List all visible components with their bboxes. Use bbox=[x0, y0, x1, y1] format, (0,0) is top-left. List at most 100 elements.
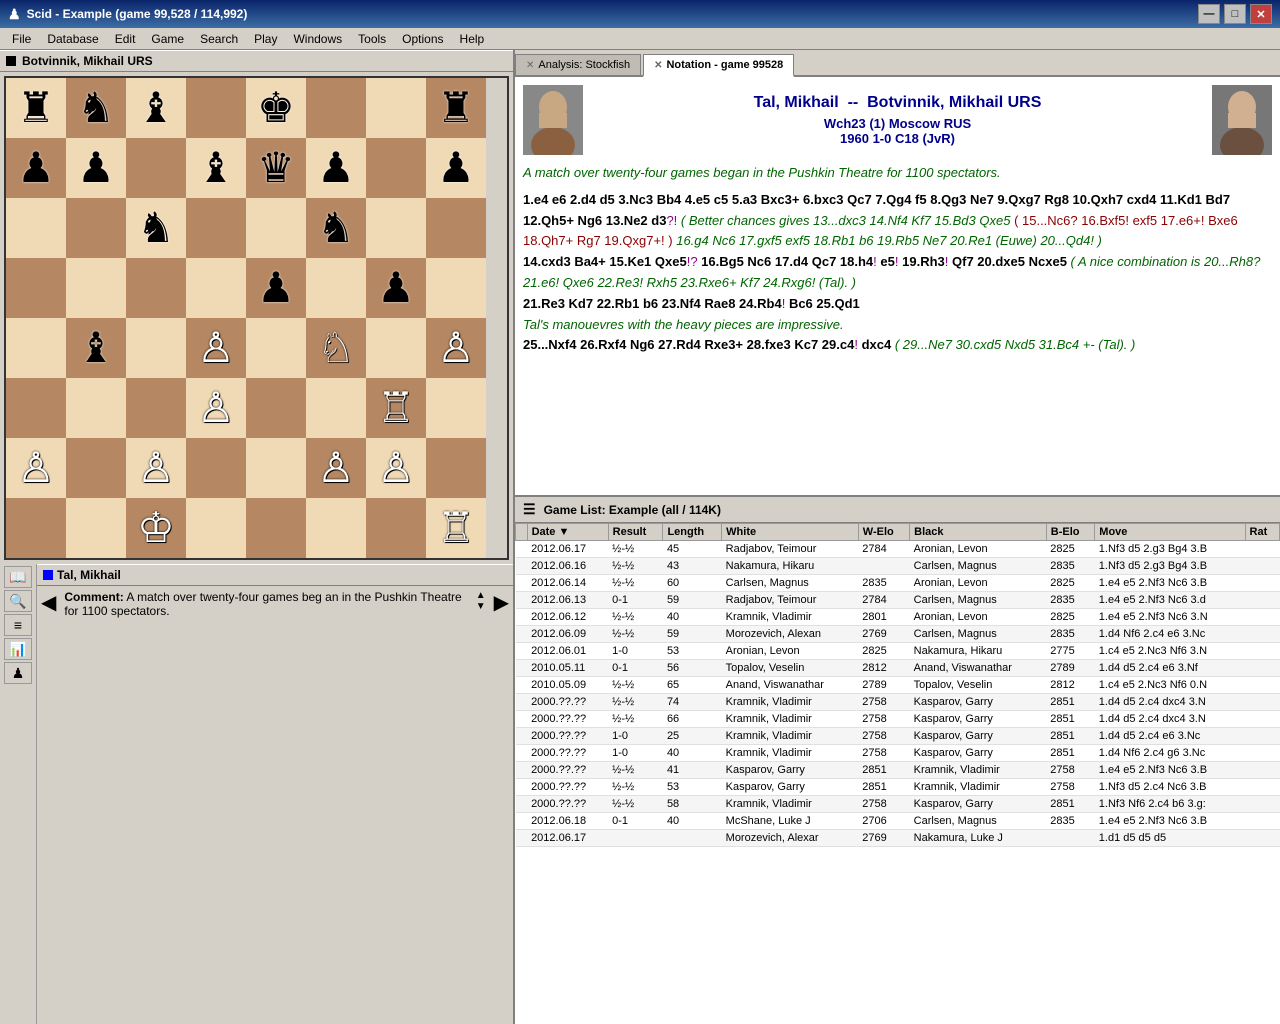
table-row[interactable]: 2012.06.17½-½45Radjabov, Teimour2784Aron… bbox=[516, 541, 1280, 558]
chess-cell-3-6[interactable]: ♟ bbox=[366, 258, 426, 318]
chess-cell-4-2[interactable] bbox=[126, 318, 186, 378]
table-row[interactable]: 2012.06.09½-½59Morozevich, Alexan2769Car… bbox=[516, 626, 1280, 643]
menu-item-options[interactable]: Options bbox=[394, 30, 451, 48]
move-text-3[interactable]: 16.Bg5 Nc6 17.d4 Qc7 18.h4 bbox=[701, 254, 873, 269]
moves-paragraph-4[interactable]: 25...Nxf4 26.Rxf4 Ng6 27.Rd4 Rxe3+ 28.fx… bbox=[523, 335, 1272, 356]
table-row[interactable]: 2000.??.??1-040Kramnik, Vladimir2758Kasp… bbox=[516, 745, 1280, 762]
chess-cell-1-5[interactable]: ♟ bbox=[306, 138, 366, 198]
table-row[interactable]: 2000.??.??½-½41Kasparov, Garry2851Kramni… bbox=[516, 762, 1280, 779]
tab-analysis-close[interactable]: ✕ bbox=[526, 60, 534, 71]
col-result[interactable]: Result bbox=[608, 524, 663, 541]
chess-cell-1-0[interactable]: ♟ bbox=[6, 138, 66, 198]
chess-cell-1-4[interactable]: ♛ bbox=[246, 138, 306, 198]
table-row[interactable]: 2000.??.??½-½53Kasparov, Garry2851Kramni… bbox=[516, 779, 1280, 796]
chess-cell-6-3[interactable] bbox=[186, 438, 246, 498]
chess-cell-0-6[interactable] bbox=[366, 78, 426, 138]
chess-cell-4-0[interactable] bbox=[6, 318, 66, 378]
menu-item-database[interactable]: Database bbox=[39, 30, 106, 48]
col-date[interactable]: Date ▼ bbox=[527, 524, 608, 541]
chess-cell-3-4[interactable]: ♟ bbox=[246, 258, 306, 318]
menu-item-tools[interactable]: Tools bbox=[350, 30, 394, 48]
moves-paragraph-3[interactable]: 21.Re3 Kd7 22.Rb1 b6 23.Nf4 Rae8 24.Rb4!… bbox=[523, 294, 1272, 315]
chess-cell-7-7[interactable]: ♖ bbox=[426, 498, 486, 558]
table-row[interactable]: 2010.05.110-156Topalov, Veselin2812Anand… bbox=[516, 660, 1280, 677]
tab-analysis[interactable]: ✕ Analysis: Stockfish bbox=[515, 54, 641, 75]
move-text-7[interactable]: 21.Re3 Kd7 22.Rb1 b6 23.Nf4 Rae8 24.Rb4 bbox=[523, 296, 782, 311]
chess-cell-7-3[interactable] bbox=[186, 498, 246, 558]
chess-cell-4-4[interactable] bbox=[246, 318, 306, 378]
chess-cell-3-3[interactable] bbox=[186, 258, 246, 318]
zoom-icon-btn[interactable]: 🔍 bbox=[4, 590, 32, 612]
chess-cell-2-0[interactable] bbox=[6, 198, 66, 258]
col-icon[interactable] bbox=[516, 524, 528, 541]
table-row[interactable]: 2000.??.??1-025Kramnik, Vladimir2758Kasp… bbox=[516, 728, 1280, 745]
col-w-elo[interactable]: W-Elo bbox=[858, 524, 909, 541]
menu-item-edit[interactable]: Edit bbox=[107, 30, 144, 48]
table-row[interactable]: 2012.06.17Morozevich, Alexar2769Nakamura… bbox=[516, 830, 1280, 847]
chess-cell-5-7[interactable] bbox=[426, 378, 486, 438]
chess-cell-5-0[interactable] bbox=[6, 378, 66, 438]
scroll-up-btn[interactable]: ▲ bbox=[476, 590, 486, 601]
chess-cell-5-1[interactable] bbox=[66, 378, 126, 438]
col-black[interactable]: Black bbox=[910, 524, 1047, 541]
chess-cell-7-5[interactable] bbox=[306, 498, 366, 558]
col-white[interactable]: White bbox=[722, 524, 859, 541]
chess-cell-6-0[interactable]: ♙ bbox=[6, 438, 66, 498]
move-text-5[interactable]: 19.Rh3 bbox=[902, 254, 945, 269]
chess-cell-5-6[interactable]: ♖ bbox=[366, 378, 426, 438]
tab-notation[interactable]: ✕ Notation - game 99528 bbox=[643, 54, 794, 77]
chess-cell-1-6[interactable] bbox=[366, 138, 426, 198]
table-row[interactable]: 2012.06.180-140McShane, Luke J2706Carlse… bbox=[516, 813, 1280, 830]
chess-cell-0-7[interactable]: ♜ bbox=[426, 78, 486, 138]
chess-cell-2-1[interactable] bbox=[66, 198, 126, 258]
next-move-button[interactable]: ▶ bbox=[490, 586, 513, 1024]
chess-cell-4-5[interactable]: ♘ bbox=[306, 318, 366, 378]
chess-cell-6-1[interactable] bbox=[66, 438, 126, 498]
maximize-button[interactable]: □ bbox=[1224, 4, 1246, 24]
menu-item-help[interactable]: Help bbox=[452, 30, 493, 48]
chess-cell-2-3[interactable] bbox=[186, 198, 246, 258]
chess-cell-6-5[interactable]: ♙ bbox=[306, 438, 366, 498]
moves-paragraph-2[interactable]: 14.cxd3 Ba4+ 15.Ke1 Qxe5!? 16.Bg5 Nc6 17… bbox=[523, 252, 1272, 294]
chess-cell-0-4[interactable]: ♚ bbox=[246, 78, 306, 138]
move-text-10[interactable]: dxc4 bbox=[862, 337, 892, 352]
chess-cell-6-7[interactable] bbox=[426, 438, 486, 498]
chess-cell-2-5[interactable]: ♞ bbox=[306, 198, 366, 258]
chess-board[interactable]: ♜♞♝♚♜♟♟♝♛♟♟♞♞♟♟♝♙♘♙♙♖♙♙♙♙♔♖ bbox=[4, 76, 509, 560]
chess-cell-3-1[interactable] bbox=[66, 258, 126, 318]
menu-item-file[interactable]: File bbox=[4, 30, 39, 48]
board-icon-btn[interactable]: ♟ bbox=[4, 662, 32, 684]
chess-cell-7-4[interactable] bbox=[246, 498, 306, 558]
menu-item-play[interactable]: Play bbox=[246, 30, 285, 48]
chess-cell-0-5[interactable] bbox=[306, 78, 366, 138]
prev-move-button[interactable]: ◀ bbox=[37, 586, 60, 1024]
chess-cell-1-1[interactable]: ♟ bbox=[66, 138, 126, 198]
menu-item-game[interactable]: Game bbox=[143, 30, 192, 48]
menu-item-search[interactable]: Search bbox=[192, 30, 246, 48]
col-move[interactable]: Move bbox=[1095, 524, 1245, 541]
table-row[interactable]: 2000.??.??½-½58Kramnik, Vladimir2758Kasp… bbox=[516, 796, 1280, 813]
chess-cell-0-0[interactable]: ♜ bbox=[6, 78, 66, 138]
chess-cell-6-4[interactable] bbox=[246, 438, 306, 498]
chess-cell-7-0[interactable] bbox=[6, 498, 66, 558]
table-row[interactable]: 2000.??.??½-½74Kramnik, Vladimir2758Kasp… bbox=[516, 694, 1280, 711]
chart-icon-btn[interactable]: 📊 bbox=[4, 638, 32, 660]
minimize-button[interactable]: — bbox=[1198, 4, 1220, 24]
move-text-6[interactable]: Qf7 20.dxe5 Ncxe5 bbox=[952, 254, 1067, 269]
col-b-elo[interactable]: B-Elo bbox=[1046, 524, 1095, 541]
moves-paragraph[interactable]: 1.e4 e6 2.d4 d5 3.Nc3 Bb4 4.e5 c5 5.a3 B… bbox=[523, 190, 1272, 252]
chess-cell-1-7[interactable]: ♟ bbox=[426, 138, 486, 198]
chess-cell-4-7[interactable]: ♙ bbox=[426, 318, 486, 378]
chess-cell-0-2[interactable]: ♝ bbox=[126, 78, 186, 138]
tab-notation-close[interactable]: ✕ bbox=[654, 60, 662, 71]
scroll-down-btn[interactable]: ▼ bbox=[476, 601, 486, 612]
chess-cell-1-3[interactable]: ♝ bbox=[186, 138, 246, 198]
menu-item-windows[interactable]: Windows bbox=[285, 30, 350, 48]
chess-cell-7-1[interactable] bbox=[66, 498, 126, 558]
table-icon-btn[interactable]: ≡ bbox=[4, 614, 32, 636]
chess-cell-7-2[interactable]: ♔ bbox=[126, 498, 186, 558]
table-row[interactable]: 2012.06.011-053Aronian, Levon2825Nakamur… bbox=[516, 643, 1280, 660]
table-row[interactable]: 2010.05.09½-½65Anand, Viswanathar2789Top… bbox=[516, 677, 1280, 694]
col-length[interactable]: Length bbox=[663, 524, 722, 541]
table-row[interactable]: 2012.06.130-159Radjabov, Teimour2784Carl… bbox=[516, 592, 1280, 609]
